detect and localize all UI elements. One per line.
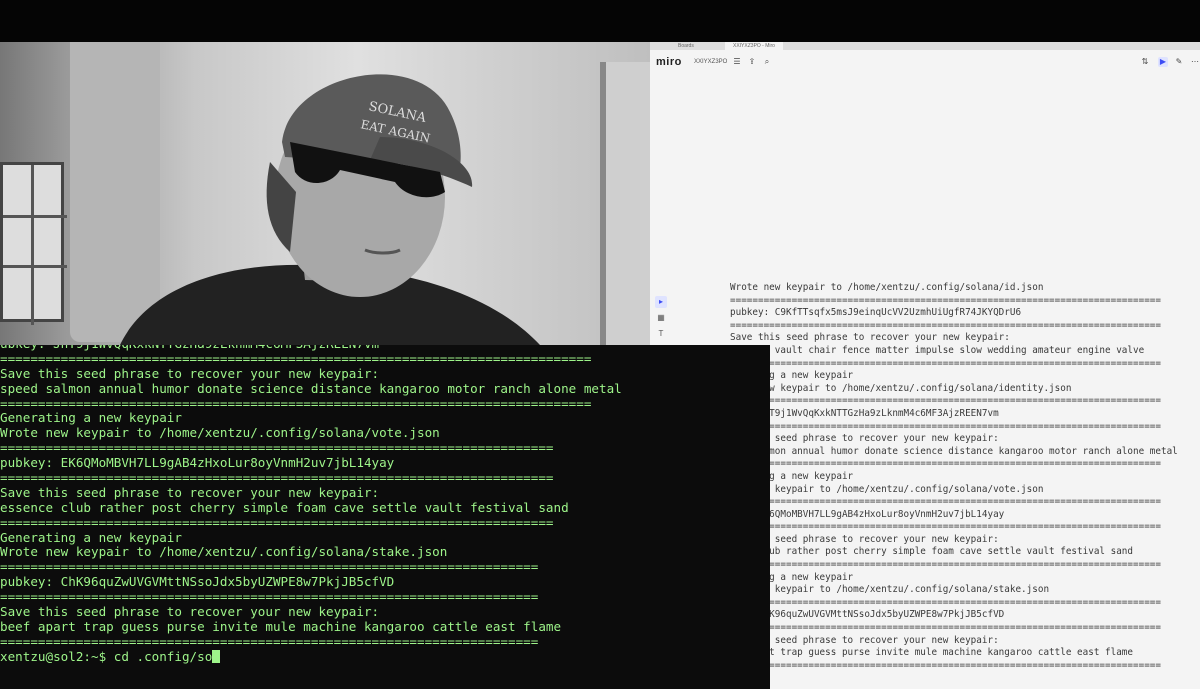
search-icon[interactable]: ⌕ xyxy=(762,57,772,67)
zoomed-terminal-line: EK6QMoMBVH7LL9gAB4zHxoLur8oyVnmH2uv7jbL1… xyxy=(730,508,1005,520)
terminal-line: ========================================… xyxy=(0,634,539,649)
terminal-cursor xyxy=(212,649,221,663)
terminal-prompt: xentzu@sol2:~$ xyxy=(0,649,114,664)
zoomed-terminal-line: is seed phrase to recover your new keypa… xyxy=(730,433,999,445)
terminal-line: Wrote new keypair to /home/xentzu/.confi… xyxy=(0,426,440,441)
zoomed-terminal-line: ing a new keypair xyxy=(730,571,854,583)
zoomed-terminal-line: ========================================… xyxy=(730,521,1161,533)
zoomed-terminal-line: pubkey: C9KfTTsqfx5msJ9einqUcVV2UzmhUiUg… xyxy=(730,307,1022,319)
terminal-line: pubkey: EK6QMoMBVH7LL9gAB4zHxoLur8oyVnmH… xyxy=(0,456,395,471)
zoomed-terminal-line: is seed phrase to recover your new keypa… xyxy=(730,533,999,545)
terminal-line: beef apart trap guess purse invite mule … xyxy=(0,619,562,634)
terminal-line: ========================================… xyxy=(0,471,554,486)
terminal-line: pubkey: ChK96quZwUVGVMttNSsoJdx5byUZWPE8… xyxy=(0,575,395,590)
terminal-line: Generating a new keypair xyxy=(0,530,182,545)
zoomed-terminal-line: ========================================… xyxy=(730,357,1161,369)
template-tool-icon[interactable]: ▦ xyxy=(655,312,667,324)
zoomed-terminal-line: ========================================… xyxy=(730,395,1161,407)
select-tool-icon[interactable]: ▸ xyxy=(655,296,667,308)
zoomed-terminal-line: ========================================… xyxy=(730,319,1161,331)
text-tool-icon[interactable]: T xyxy=(655,328,667,340)
zoomed-terminal-line: almon annual humor donate science distan… xyxy=(730,445,1178,457)
terminal-line: speed salmon annual humor donate science… xyxy=(0,381,622,396)
zoomed-terminal-line: art trap guess purse invite mule machine… xyxy=(730,647,1133,659)
browser-tab-strip: Boards XXIYXZ3PO - Miro xyxy=(650,42,1200,50)
zoomed-terminal-line: club rather post cherry simple foam cave… xyxy=(730,546,1133,558)
pen-icon[interactable]: ✎ xyxy=(1174,57,1184,67)
miro-logo[interactable]: miro xyxy=(656,56,682,68)
zoomed-terminal-line: ========================================… xyxy=(730,294,1161,306)
board-name[interactable]: XXIYXZ3PO xyxy=(694,59,727,65)
zoomed-terminal-line: ========================================… xyxy=(730,659,1161,671)
zoomed-terminal-line: ew keypair to /home/xentzu/.config/solan… xyxy=(730,483,1044,495)
zoomed-terminal-line: ChK96quZwUVGVMttNSsoJdx5byUZWPE8w7PkjJB5… xyxy=(730,609,1005,621)
more-icon[interactable]: ⋯ xyxy=(1190,57,1200,67)
tab-boards[interactable]: Boards xyxy=(670,42,702,50)
terminal-line: ========================================… xyxy=(0,441,554,456)
zoomed-terminal-line: new keypair to /home/xentzu/.config/sola… xyxy=(730,382,1072,394)
zoomed-terminal-line: ing a new keypair xyxy=(730,470,854,482)
zoomed-terminal-line: ========================================… xyxy=(730,596,1161,608)
terminal-line: ========================================… xyxy=(0,351,592,366)
zoomed-terminal-line: ing a new keypair xyxy=(730,370,854,382)
zoomed-terminal-line: Wrote new keypair to /home/xentzu/.confi… xyxy=(730,282,1044,293)
zoomed-terminal-image: Wrote new keypair to /home/xentzu/.confi… xyxy=(730,282,1200,672)
terminal-command-input[interactable]: cd .config/so xyxy=(114,650,213,664)
zoomed-terminal-line: JnT9j1WvQqKxkNTTGzHa9zLknmM4c6MF3AjzREEN… xyxy=(730,407,999,419)
miro-toolbar: miro XXIYXZ3PO ☰ ⇪ ⌕ ⇅ ▶ ✎ ⋯ xyxy=(650,52,1200,74)
menu-icon[interactable]: ☰ xyxy=(732,57,742,67)
terminal-window[interactable]: ubkey: JnT9j1WvQqKxkNTTGzHa9zLknmM4c6MF3… xyxy=(0,345,770,689)
settings-sliders-icon[interactable]: ⇅ xyxy=(1140,57,1150,67)
terminal-line: ========================================… xyxy=(0,396,592,411)
zoomed-terminal-line: is seed phrase to recover your new keypa… xyxy=(730,634,999,646)
terminal-line: Save this seed phrase to recover your ne… xyxy=(0,605,380,620)
terminal-line: Save this seed phrase to recover your ne… xyxy=(0,366,380,381)
tab-miro-board[interactable]: XXIYXZ3PO - Miro xyxy=(725,42,783,50)
zoomed-terminal-line: ========================================… xyxy=(730,496,1161,508)
terminal-output: ubkey: JnT9j1WvQqKxkNTTGzHa9zLknmM4c6MF3… xyxy=(0,345,770,665)
upload-icon[interactable]: ⇪ xyxy=(747,57,757,67)
zoomed-terminal-line: id vault chair fence matter impulse slow… xyxy=(730,344,1145,356)
terminal-line: ubkey: JnT9j1WvQqKxkNTTGzHa9zLknmM4c6MF3… xyxy=(0,345,770,352)
terminal-line: essence club rather post cherry simple f… xyxy=(0,500,569,515)
terminal-line: ========================================… xyxy=(0,515,554,530)
zoomed-terminal-line: ew keypair to /home/xentzu/.config/solan… xyxy=(730,584,1050,596)
select-cursor-icon[interactable]: ▶ xyxy=(1158,57,1168,67)
zoomed-terminal-line: Save this seed phrase to recover your ne… xyxy=(730,332,1010,344)
zoomed-terminal-line: ========================================… xyxy=(730,420,1161,432)
terminal-line: Wrote new keypair to /home/xentzu/.confi… xyxy=(0,545,448,560)
webcam-feed: SOLANA EAT AGAIN xyxy=(0,42,650,345)
person-illustration: SOLANA EAT AGAIN xyxy=(120,74,540,345)
zoomed-terminal-line: ========================================… xyxy=(730,458,1161,470)
zoomed-terminal-line: ========================================… xyxy=(730,622,1161,634)
terminal-line: Generating a new keypair xyxy=(0,411,182,426)
terminal-prompt-line[interactable]: xentzu@sol2:~$ cd .config/so xyxy=(0,649,770,665)
zoomed-terminal-line: ========================================… xyxy=(730,559,1161,571)
terminal-line: Save this seed phrase to recover your ne… xyxy=(0,485,380,500)
terminal-line: ========================================… xyxy=(0,590,539,605)
terminal-line: ========================================… xyxy=(0,560,539,575)
top-black-bar xyxy=(0,0,1200,42)
